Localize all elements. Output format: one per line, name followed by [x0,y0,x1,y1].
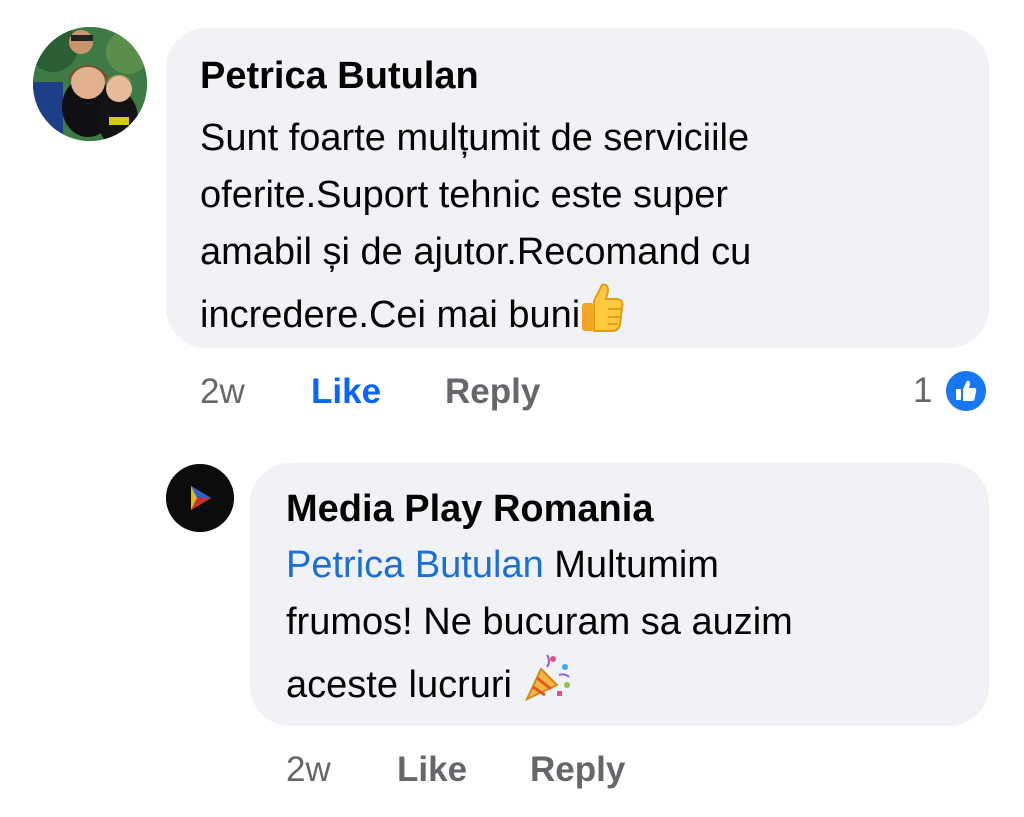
reply-text: Petrica Butulan Multumim frumos! Ne bucu… [286,537,953,720]
reply-actions: 2w Like Reply [0,750,1024,795]
comment-line: incredere.Cei mai buni [200,281,955,350]
comment-line: oferite.Suport tehnic este super [200,174,729,216]
mention-link[interactable]: Petrica Butulan [286,544,544,586]
party-popper-icon [523,651,573,720]
comment-reply-button[interactable]: Reply [445,372,540,412]
comment-text: Sunt foarte mulțumit de serviciile oferi… [200,110,955,350]
reply-line: aceste lucruri [286,651,953,720]
comment-like-button[interactable]: Like [311,372,381,412]
reply-author[interactable]: Media Play Romania [286,487,953,531]
reply-reply-button[interactable]: Reply [530,750,625,790]
reply-line: frumos! Ne bucuram sa auzim [286,601,793,643]
thumbs-up-icon [580,281,624,350]
reply-like-button[interactable]: Like [397,750,467,790]
avatar-media-play[interactable] [166,464,234,532]
comment-line: amabil și de ajutor.Recomand cu [200,231,752,273]
avatar-petrica[interactable] [33,27,147,141]
comment-time[interactable]: 2w [200,372,245,412]
comment-actions: 2w Like Reply [0,372,1024,417]
reply-bubble: Media Play Romania Petrica Butulan Multu… [250,463,989,726]
comment-author[interactable]: Petrica Butulan [200,54,955,98]
reply-line: Petrica Butulan Multumim [286,544,719,586]
like-reaction-icon [943,368,989,414]
comment-bubble: Petrica Butulan Sunt foarte mulțumit de … [166,28,989,348]
reaction-count: 1 [913,371,933,410]
comment-line: Sunt foarte mulțumit de serviciile [200,117,750,159]
reply-time[interactable]: 2w [286,750,331,790]
